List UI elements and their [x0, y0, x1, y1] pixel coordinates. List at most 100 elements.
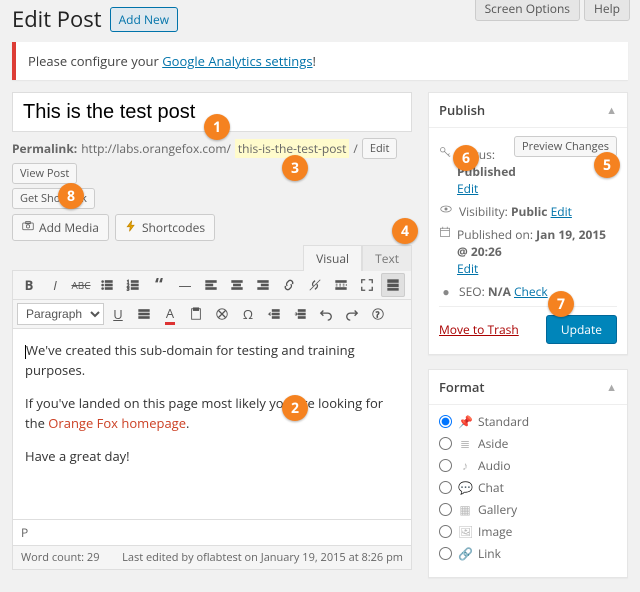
format-radio[interactable]	[439, 481, 452, 494]
chevron-up-icon[interactable]: ▲	[606, 103, 617, 118]
bold-icon[interactable]: B	[17, 273, 41, 297]
hr-icon[interactable]: —	[173, 273, 197, 297]
add-new-button[interactable]: Add New	[110, 7, 178, 32]
permalink-label: Permalink:	[12, 140, 77, 157]
badge-6: 6	[453, 145, 479, 171]
clear-format-icon[interactable]	[210, 302, 234, 326]
eye-icon	[439, 203, 453, 215]
permalink-edit-button[interactable]: Edit	[362, 138, 398, 159]
format-option-aside[interactable]: ≣ Aside	[439, 435, 617, 452]
outdent-icon[interactable]	[262, 302, 286, 326]
move-to-trash-link[interactable]: Move to Trash	[439, 321, 519, 338]
permalink-base: http://labs.orangefox.com/	[81, 140, 231, 157]
format-option-chat[interactable]: 💬 Chat	[439, 479, 617, 496]
format-icon: ♪	[458, 457, 472, 474]
format-radio[interactable]	[439, 437, 452, 450]
format-label: Link	[478, 545, 501, 562]
camera-icon	[22, 219, 34, 236]
badge-1: 1	[204, 114, 230, 140]
format-option-standard[interactable]: 📌Standard	[439, 413, 617, 430]
bullet-list-icon[interactable]	[95, 273, 119, 297]
text-tab[interactable]: Text	[362, 245, 412, 271]
special-char-icon[interactable]: Ω	[236, 302, 260, 326]
unlink-icon[interactable]	[303, 273, 327, 297]
fullscreen-icon[interactable]	[355, 273, 379, 297]
link-icon[interactable]	[277, 273, 301, 297]
editor-toolbar-2: Paragraph U A Ω ?	[13, 300, 411, 329]
element-path: P	[13, 519, 411, 545]
format-radio[interactable]	[439, 525, 452, 538]
view-post-button[interactable]: View Post	[12, 163, 77, 184]
strike-icon[interactable]: ABC	[69, 273, 93, 297]
underline-icon[interactable]: U	[106, 302, 130, 326]
bolt-icon	[125, 219, 137, 236]
editor-content[interactable]: We've created this sub-domain for testin…	[13, 329, 411, 519]
quote-icon[interactable]: “	[147, 273, 171, 297]
format-icon: 💬	[458, 479, 472, 496]
edit-visibility-link[interactable]: Edit	[551, 203, 572, 220]
format-radio[interactable]	[439, 503, 452, 516]
key-icon	[439, 146, 451, 158]
shortcodes-button[interactable]: Shortcodes	[115, 214, 215, 241]
align-right-icon[interactable]	[251, 273, 275, 297]
paste-text-icon[interactable]	[184, 302, 208, 326]
edit-date-link[interactable]: Edit	[457, 260, 478, 277]
orange-fox-link[interactable]: Orange Fox homepage	[48, 414, 186, 432]
update-button[interactable]: Update	[546, 315, 617, 344]
kitchen-sink-icon[interactable]	[381, 273, 405, 297]
justify-icon[interactable]	[132, 302, 156, 326]
format-icon: ▦	[458, 501, 472, 518]
format-label: Audio	[478, 457, 511, 474]
number-list-icon[interactable]: 123	[121, 273, 145, 297]
chevron-up-icon[interactable]: ▲	[606, 380, 617, 395]
indent-icon[interactable]	[288, 302, 312, 326]
format-icon: 🔗	[458, 545, 472, 562]
badge-5: 5	[594, 152, 620, 178]
analytics-settings-link[interactable]: Google Analytics settings	[162, 52, 312, 70]
format-radio[interactable]	[439, 459, 452, 472]
align-center-icon[interactable]	[225, 273, 249, 297]
seo-check-link[interactable]: Check	[514, 283, 548, 300]
format-radio[interactable]	[439, 547, 452, 560]
format-label: Image	[478, 523, 512, 540]
config-notice: Please configure your Google Analytics s…	[12, 42, 628, 80]
help-icon[interactable]: ?	[366, 302, 390, 326]
badge-4: 4	[392, 218, 418, 244]
format-select[interactable]: Paragraph	[17, 303, 104, 325]
undo-icon[interactable]	[314, 302, 338, 326]
format-icon: ≣	[458, 435, 472, 452]
format-heading[interactable]: Format▲	[429, 370, 627, 405]
badge-3: 3	[282, 155, 308, 181]
publish-box: Publish▲ Preview Changes Status: Publish…	[428, 92, 628, 355]
format-label: Standard	[478, 413, 529, 430]
add-media-button[interactable]: Add Media	[12, 214, 109, 241]
format-option-gallery[interactable]: ▦ Gallery	[439, 501, 617, 518]
format-label: Aside	[478, 435, 508, 452]
format-option-image[interactable]: 🖼 Image	[439, 523, 617, 540]
format-option-link[interactable]: 🔗 Link	[439, 545, 617, 562]
format-label: Gallery	[478, 501, 517, 518]
circle-icon: ●	[439, 283, 453, 300]
screen-options-button[interactable]: Screen Options	[475, 0, 580, 21]
badge-7: 7	[548, 291, 574, 317]
word-count: Word count: 29	[21, 550, 100, 565]
svg-text:?: ?	[376, 311, 380, 321]
format-box: Format▲ 📌Standard ≣ Aside ♪ Audio 💬 Chat ▦ Galle…	[428, 369, 628, 578]
format-icon: 🖼	[458, 523, 472, 540]
page-title: Edit Post	[12, 4, 102, 34]
more-tag-icon[interactable]	[329, 273, 353, 297]
publish-heading[interactable]: Publish▲	[429, 93, 627, 128]
format-label: Chat	[478, 479, 504, 496]
calendar-icon	[439, 226, 451, 238]
svg-text:3: 3	[127, 286, 130, 292]
badge-8: 8	[58, 183, 84, 209]
help-button[interactable]: Help	[584, 0, 630, 21]
format-radio[interactable]	[439, 415, 452, 428]
edit-status-link[interactable]: Edit	[457, 180, 478, 197]
italic-icon[interactable]: I	[43, 273, 67, 297]
align-left-icon[interactable]	[199, 273, 223, 297]
textcolor-icon[interactable]: A	[158, 302, 182, 326]
visual-tab[interactable]: Visual	[303, 245, 362, 271]
redo-icon[interactable]	[340, 302, 364, 326]
format-option-audio[interactable]: ♪ Audio	[439, 457, 617, 474]
